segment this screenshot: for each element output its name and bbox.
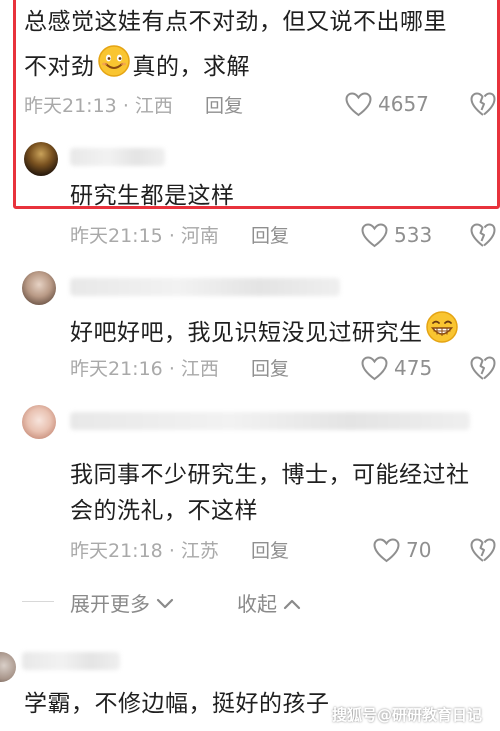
- like-button[interactable]: 533: [361, 222, 432, 248]
- comment-2-time: 昨天21:15: [70, 225, 163, 247]
- comment-3-meta: 昨天21:16 · 江西 回复: [70, 356, 289, 382]
- expand-divider: [22, 601, 54, 602]
- separator: ·: [122, 95, 129, 117]
- avatar[interactable]: [24, 142, 58, 176]
- like-count: 475: [394, 356, 433, 380]
- like-count: 4657: [378, 92, 429, 116]
- smile-emoji-icon: [97, 44, 131, 89]
- username-blurred: [22, 652, 120, 670]
- avatar[interactable]: [22, 271, 56, 305]
- dislike-icon[interactable]: [470, 92, 496, 117]
- comment-4-text-line1: 我同事不少研究生，博士，可能经过社: [70, 462, 470, 488]
- watermark: 搜狐号@研研教育日记: [332, 706, 483, 724]
- reply-button[interactable]: 回复: [251, 225, 289, 247]
- comment-3-text: 好吧好吧，我见识短没见过研究生: [70, 319, 423, 346]
- comment-4-location: 江苏: [180, 540, 219, 562]
- username-blurred: [70, 412, 470, 430]
- username-blurred: [70, 148, 165, 166]
- reply-button[interactable]: 回复: [251, 540, 289, 562]
- like-button[interactable]: 4657: [345, 91, 429, 117]
- dislike-icon[interactable]: [470, 223, 496, 248]
- heart-icon: [373, 537, 400, 563]
- grin-emoji-icon: [425, 310, 459, 355]
- dislike-icon[interactable]: [470, 538, 496, 563]
- comment-4-time: 昨天21:18: [70, 540, 163, 562]
- comment-4-meta: 昨天21:18 · 江苏 回复: [70, 538, 289, 564]
- comment-1-location: 江西: [134, 95, 173, 117]
- comment-3-time: 昨天21:16: [70, 358, 163, 380]
- like-button[interactable]: 475: [361, 355, 432, 381]
- comment-3-text-row: 好吧好吧，我见识短没见过研究生: [70, 310, 459, 355]
- separator: ·: [168, 225, 175, 247]
- dislike-icon[interactable]: [470, 356, 496, 381]
- reply-button[interactable]: 回复: [251, 358, 289, 380]
- like-count: 533: [394, 223, 433, 247]
- comment-1-text-line1: 总感觉这娃有点不对劲，但又说不出哪里: [24, 9, 447, 35]
- comment-3-location: 江西: [180, 358, 219, 380]
- separator: ·: [168, 540, 175, 562]
- comment-5-text: 学霸，不修边幅，挺好的孩子: [24, 691, 330, 717]
- like-count: 70: [406, 538, 432, 562]
- comment-1-text-b: 真的，求解: [132, 53, 250, 80]
- heart-icon: [345, 91, 372, 117]
- comment-2-text: 研究生都是这样: [70, 183, 235, 209]
- chevron-down-icon: [156, 591, 174, 615]
- comment-2-location: 河南: [180, 225, 219, 247]
- comment-1-text-line2: 不对劲 真的，求解: [24, 44, 250, 89]
- comment-1-meta: 昨天21:13 · 江西 回复: [24, 93, 243, 119]
- username-blurred: [70, 278, 340, 296]
- comment-4-text-line2: 会的洗礼，不这样: [70, 498, 258, 524]
- collapse-label: 收起: [237, 592, 277, 616]
- like-button[interactable]: 70: [373, 537, 431, 563]
- expand-more-button[interactable]: 展开更多: [70, 588, 174, 617]
- comment-1-time: 昨天21:13: [24, 95, 117, 117]
- collapse-button[interactable]: 收起: [237, 588, 301, 617]
- avatar[interactable]: [0, 652, 16, 682]
- chevron-up-icon: [283, 591, 301, 615]
- avatar[interactable]: [22, 405, 56, 439]
- comment-1-text-a: 不对劲: [24, 53, 95, 80]
- separator: ·: [168, 358, 175, 380]
- heart-icon: [361, 355, 388, 381]
- heart-icon: [361, 222, 388, 248]
- comment-2-meta: 昨天21:15 · 河南 回复: [70, 223, 289, 249]
- expand-more-label: 展开更多: [70, 592, 150, 616]
- reply-button[interactable]: 回复: [205, 95, 243, 117]
